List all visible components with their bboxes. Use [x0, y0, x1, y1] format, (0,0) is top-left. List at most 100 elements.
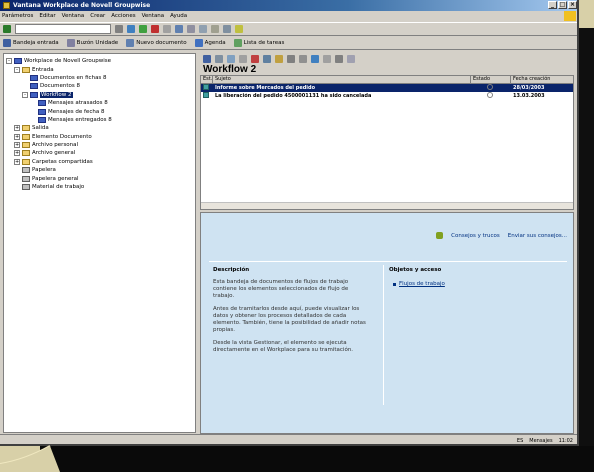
- page-curl-decoration: [0, 445, 60, 472]
- folder-item[interactable]: Documentos en fichas 8: [6, 74, 193, 82]
- expand-toggle-icon[interactable]: +: [14, 125, 20, 132]
- expand-toggle-icon[interactable]: -: [6, 58, 12, 65]
- description-heading: Descripción: [213, 267, 250, 273]
- new-document-button[interactable]: Nuevo documento: [126, 39, 187, 47]
- folder-item[interactable]: + Archivo general: [6, 149, 193, 157]
- message-row[interactable]: La liberación del pedido 4500001131 ha s…: [201, 92, 573, 100]
- copy-icon[interactable]: [199, 25, 207, 33]
- menu-item[interactable]: Ayuda: [170, 13, 187, 19]
- column-header[interactable]: Fecha creación: [511, 76, 573, 83]
- folder-item[interactable]: + Carpetas compartidas: [6, 158, 193, 166]
- message-list: Est. Sujeto Estado Fecha creación Inform…: [200, 75, 574, 210]
- mailbox-button[interactable]: Buzón Unidade: [66, 39, 119, 47]
- folder-icon: [38, 116, 46, 123]
- divider: [209, 261, 567, 262]
- expand-toggle-icon[interactable]: -: [22, 91, 28, 98]
- help-icon[interactable]: [235, 25, 243, 33]
- folder-label: Papelera general: [32, 175, 79, 182]
- window-title: Vantana Workplace de Novell Groupwise: [13, 2, 151, 9]
- folder-icon: [22, 158, 30, 165]
- close-button[interactable]: ×: [568, 1, 577, 9]
- stop-icon[interactable]: [151, 25, 159, 33]
- help-pane-icon[interactable]: [347, 54, 355, 63]
- expand-toggle-icon[interactable]: +: [14, 150, 20, 157]
- folder-item[interactable]: Mensajes de fecha 8: [6, 107, 193, 115]
- priority-icon[interactable]: [251, 54, 259, 63]
- folder-label: Carpetas compartidas: [32, 158, 93, 165]
- description-body: Esta bandeja de documentos de flujos de …: [213, 279, 369, 360]
- tips-link[interactable]: Consejos y trucos: [451, 233, 500, 239]
- paste-icon[interactable]: [211, 25, 219, 33]
- folder-icon: [22, 150, 30, 157]
- minimize-button[interactable]: _: [548, 1, 557, 9]
- folder-item[interactable]: - Workplace de Novell Groupwise: [6, 57, 193, 65]
- refresh-icon[interactable]: [163, 25, 171, 33]
- delete-icon[interactable]: [239, 54, 247, 63]
- inbox-label: Bandeja entrada: [13, 40, 59, 46]
- expand-toggle-icon[interactable]: -: [14, 66, 20, 73]
- filter-icon[interactable]: [335, 54, 343, 63]
- status-icon: [487, 84, 493, 90]
- folder-item[interactable]: + Archivo personal: [6, 141, 193, 149]
- document-icon: [126, 39, 135, 47]
- menu-item[interactable]: Acciones: [111, 13, 135, 19]
- back-icon[interactable]: [127, 25, 135, 33]
- folder-item[interactable]: Papelera: [6, 166, 193, 174]
- forward-icon[interactable]: [139, 25, 147, 33]
- folder-label: Papelera: [32, 167, 56, 174]
- folder-item[interactable]: + Salida: [6, 124, 193, 132]
- maximize-button[interactable]: □: [558, 1, 567, 9]
- expand-toggle-icon[interactable]: +: [14, 158, 20, 165]
- folder-item[interactable]: Papelera general: [6, 174, 193, 182]
- folder-item[interactable]: - Workflow 2: [6, 91, 193, 99]
- tasks-button[interactable]: Lista de tareas: [233, 39, 284, 47]
- folder-item[interactable]: Mensajes atrasados 8: [6, 99, 193, 107]
- home-icon[interactable]: [175, 25, 183, 33]
- reply-icon[interactable]: [215, 54, 223, 63]
- send-tips-link[interactable]: Enviar sus consejos...: [508, 233, 567, 239]
- folder-item[interactable]: Material de trabajo: [6, 183, 193, 191]
- dropdown-icon[interactable]: [115, 25, 123, 33]
- menu-item[interactable]: Editar: [39, 13, 55, 19]
- menu-item[interactable]: Parámetros: [2, 13, 33, 19]
- horizontal-scrollbar[interactable]: [201, 202, 573, 209]
- properties-icon[interactable]: [323, 54, 331, 63]
- go-icon[interactable]: [3, 25, 11, 33]
- app-icon: [3, 2, 10, 9]
- shortcut-toolbar: Bandeja entrada Buzón Unidade Nuevo docu…: [0, 37, 577, 50]
- description-paragraph: Antes de tramitarlos desde aquí, puede v…: [213, 306, 366, 333]
- expand-toggle-icon[interactable]: +: [14, 133, 20, 140]
- inbox-button[interactable]: Bandeja entrada: [3, 39, 59, 47]
- expand-toggle-icon[interactable]: +: [14, 142, 20, 149]
- view-icon[interactable]: [263, 54, 271, 63]
- menu-item[interactable]: Crear: [90, 13, 105, 19]
- address-field[interactable]: [15, 24, 111, 34]
- calendar-icon: [194, 39, 203, 47]
- print-icon[interactable]: [187, 25, 195, 33]
- column-header[interactable]: Sujeto: [213, 76, 471, 83]
- folder-item[interactable]: + Elemento Documento: [6, 133, 193, 141]
- menu-item[interactable]: Ventana: [142, 13, 165, 19]
- menu-bar: Parámetros Editar Ventana Crear Acciones…: [0, 11, 577, 21]
- address-book-icon[interactable]: [311, 54, 319, 63]
- folder-item[interactable]: Documentos 8: [6, 82, 193, 90]
- column-header[interactable]: Estado: [471, 76, 511, 83]
- column-header[interactable]: Est.: [201, 76, 213, 83]
- tips-links: Consejos y trucos Enviar sus consejos...: [436, 232, 567, 239]
- attach-icon[interactable]: [287, 54, 295, 63]
- workflow-link[interactable]: Flujos de trabajo: [399, 281, 445, 287]
- find-icon[interactable]: [223, 25, 231, 33]
- calendar-button[interactable]: Agenda: [194, 39, 226, 47]
- menu-item[interactable]: Ventana: [62, 13, 85, 19]
- preview-pane: Consejos y trucos Enviar sus consejos...…: [200, 212, 574, 434]
- mailbox-label: Buzón Unidade: [76, 40, 119, 46]
- folder-item[interactable]: - Entrada: [6, 65, 193, 73]
- folder-icon[interactable]: [275, 54, 283, 63]
- message-row[interactable]: Informe sobre Mercados del pedido 28/03/2…: [201, 84, 573, 92]
- forward-message-icon[interactable]: [227, 54, 235, 63]
- folder-label: Workplace de Novell Groupwise: [24, 58, 112, 65]
- folder-label: Mensajes entregados 8: [48, 116, 112, 123]
- open-icon[interactable]: [203, 54, 211, 63]
- print-message-icon[interactable]: [299, 54, 307, 63]
- folder-item[interactable]: Mensajes entregados 8: [6, 116, 193, 124]
